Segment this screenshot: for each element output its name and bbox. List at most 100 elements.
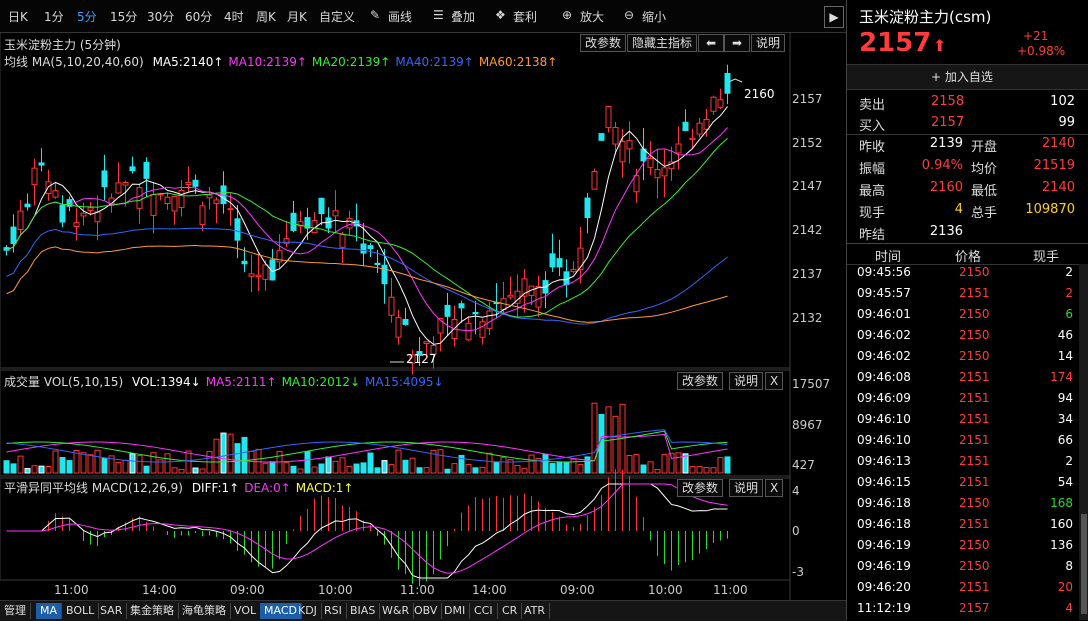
volume-params-button[interactable]: 改参数 bbox=[677, 372, 724, 390]
arrow-right-icon[interactable]: ➡ bbox=[724, 34, 750, 52]
volume-bar bbox=[332, 460, 339, 474]
candle bbox=[143, 161, 150, 179]
volume-bar bbox=[3, 460, 10, 474]
volume-bar bbox=[570, 458, 577, 474]
toolbar-item[interactable]: 套利 bbox=[513, 8, 537, 25]
indicator-tab[interactable]: 管理 bbox=[0, 603, 31, 619]
trade-row: 09:46:09 2151 94 bbox=[847, 388, 1079, 409]
toolbar-item[interactable]: 60分 bbox=[185, 8, 212, 25]
candle bbox=[24, 203, 31, 208]
indicator-tab[interactable]: 海龟策略 bbox=[178, 603, 231, 619]
toolbar-item[interactable]: 叠加 bbox=[451, 8, 475, 25]
stat-value: 2139 bbox=[929, 136, 963, 151]
axis-label: 17507 bbox=[792, 377, 831, 391]
toolbar-item[interactable]: 4时 bbox=[224, 8, 244, 25]
candle bbox=[185, 181, 192, 186]
indicator-tab[interactable]: CR bbox=[498, 603, 523, 619]
toolbar-item[interactable]: 周K bbox=[256, 8, 276, 25]
candle bbox=[318, 197, 325, 215]
candle bbox=[115, 182, 122, 194]
candle bbox=[31, 167, 38, 186]
macd-help-button[interactable]: 说明 bbox=[729, 479, 764, 497]
kline-chart[interactable]: 2160 2127 bbox=[0, 32, 846, 600]
last-price: 2157 bbox=[859, 28, 932, 58]
indicator-tab[interactable]: VOL bbox=[230, 603, 262, 619]
indicator-tab[interactable]: BIAS bbox=[346, 603, 381, 619]
trade-price: 2151 bbox=[959, 286, 990, 300]
volume-bar bbox=[472, 467, 479, 474]
scrollbar-thumb[interactable] bbox=[1081, 514, 1087, 614]
volume-bar bbox=[710, 467, 717, 474]
macd-params-button[interactable]: 改参数 bbox=[677, 479, 724, 497]
candle bbox=[423, 341, 430, 344]
toolbar-item[interactable]: 自定义 bbox=[319, 8, 355, 25]
indicator-tab[interactable]: CCI bbox=[470, 603, 498, 619]
volume-help-button[interactable]: 说明 bbox=[729, 372, 764, 390]
volume-bar bbox=[143, 465, 150, 474]
candle bbox=[444, 304, 451, 317]
add-watchlist-button[interactable]: + 加入自选 bbox=[931, 68, 993, 85]
hide-indicator-button[interactable]: 隐藏主指标 bbox=[627, 34, 698, 52]
toolbar-item[interactable]: 放大 bbox=[580, 8, 604, 25]
indicator-tab[interactable]: OBV bbox=[410, 603, 443, 619]
indicator-tab[interactable]: ATR bbox=[520, 603, 551, 619]
volume-bar bbox=[94, 449, 101, 474]
trade-price: 2151 bbox=[959, 454, 990, 468]
candle bbox=[164, 196, 171, 204]
trade-price: 2151 bbox=[959, 370, 990, 384]
macd-line bbox=[6, 483, 728, 579]
indicator-tab[interactable]: BOLL bbox=[62, 603, 100, 619]
indicator-tab[interactable]: SAR bbox=[96, 603, 128, 619]
toolbar-item[interactable]: 30分 bbox=[147, 8, 174, 25]
time-label: 10:00 bbox=[648, 583, 683, 597]
toolbar-item[interactable]: 5分 bbox=[77, 8, 97, 25]
candle bbox=[227, 208, 234, 211]
toolbar-item[interactable]: 1分 bbox=[44, 8, 64, 25]
volume-bar bbox=[304, 451, 311, 474]
macd-close-button[interactable]: X bbox=[765, 479, 784, 497]
volume-bar bbox=[80, 452, 87, 474]
candle bbox=[122, 182, 129, 186]
arrow-left-icon[interactable]: ⬅ bbox=[698, 34, 724, 52]
volume-bar bbox=[171, 467, 178, 474]
trade-time: 09:46:01 bbox=[857, 307, 911, 321]
stat-label: 昨结 bbox=[859, 228, 886, 243]
volume-close-button[interactable]: X bbox=[765, 372, 784, 390]
main-help-button[interactable]: 说明 bbox=[751, 34, 786, 52]
volume-bar bbox=[59, 457, 66, 474]
indicator-tab[interactable]: RSI bbox=[320, 603, 347, 619]
axis-label: 427 bbox=[792, 458, 815, 472]
axis-label: -3 bbox=[792, 565, 804, 579]
toolbar-item[interactable]: 月K bbox=[287, 8, 307, 25]
volume-bar bbox=[563, 462, 570, 474]
chevron-right-icon[interactable]: ▶ bbox=[824, 6, 844, 28]
volume-bar bbox=[311, 466, 318, 474]
trade-row: 11:12:19 2157 4 bbox=[847, 598, 1079, 619]
indicator-tab[interactable]: DMI bbox=[440, 603, 471, 619]
trade-time: 09:46:02 bbox=[857, 328, 911, 342]
toolbar-item[interactable]: 画线 bbox=[388, 8, 412, 25]
stat-label: 振幅 bbox=[859, 162, 886, 177]
candle bbox=[647, 157, 654, 168]
toolbar-item[interactable]: 缩小 bbox=[642, 8, 666, 25]
candle bbox=[367, 245, 374, 250]
indicator-tab[interactable]: 集金策略 bbox=[126, 603, 179, 619]
stat-label: 均价 bbox=[971, 162, 998, 177]
indicator-tab[interactable]: MA bbox=[36, 603, 63, 619]
indicator-tab[interactable]: KDJ bbox=[294, 603, 322, 619]
volume-bar bbox=[10, 463, 17, 474]
candle bbox=[199, 205, 206, 226]
stat-label: 最高 bbox=[859, 184, 886, 199]
toolbar-item[interactable]: 日K bbox=[8, 8, 28, 25]
trade-time: 09:46:19 bbox=[857, 538, 911, 552]
candle bbox=[290, 212, 297, 231]
toolbar-item[interactable]: 15分 bbox=[110, 8, 137, 25]
indicator-tab[interactable]: W&R bbox=[378, 603, 415, 619]
change-params-button[interactable]: 改参数 bbox=[580, 34, 627, 52]
volume-bar bbox=[437, 449, 444, 474]
stat-value: 2160 bbox=[929, 180, 963, 195]
trades-scrollbar[interactable] bbox=[1079, 264, 1088, 620]
trade-row: 09:46:15 2151 54 bbox=[847, 472, 1079, 493]
volume-bar bbox=[444, 468, 451, 474]
candle bbox=[486, 310, 493, 329]
